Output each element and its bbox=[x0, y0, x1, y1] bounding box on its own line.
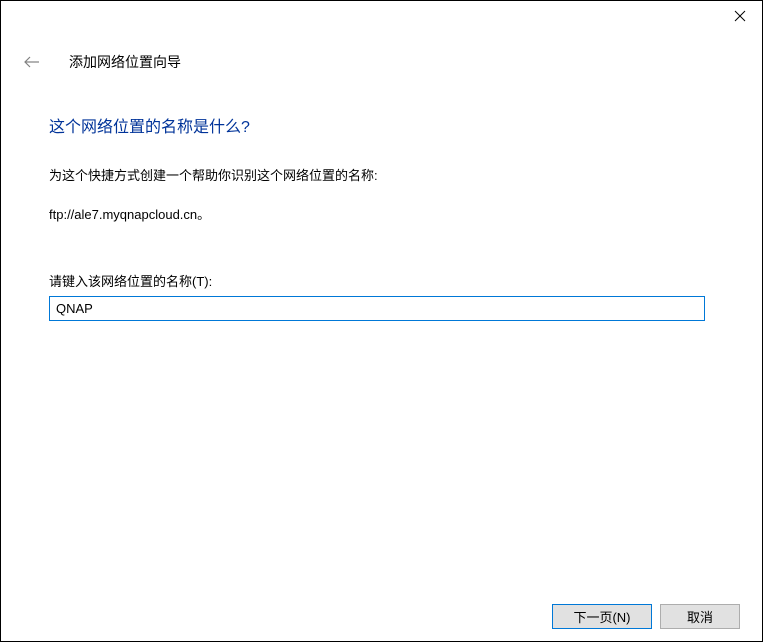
next-button[interactable]: 下一页(N) bbox=[552, 604, 652, 629]
back-button[interactable] bbox=[21, 51, 43, 73]
url-text: ftp://ale7.myqnapcloud.cn。 bbox=[49, 204, 714, 223]
close-icon bbox=[734, 10, 746, 22]
close-button[interactable] bbox=[717, 1, 762, 31]
header-row: 添加网络位置向导 bbox=[1, 31, 762, 73]
titlebar bbox=[1, 1, 762, 31]
wizard-title: 添加网络位置向导 bbox=[69, 52, 181, 72]
page-heading: 这个网络位置的名称是什么? bbox=[49, 113, 714, 137]
description-text: 为这个快捷方式创建一个帮助你识别这个网络位置的名称: bbox=[49, 165, 714, 184]
footer: 下一页(N) 取消 bbox=[1, 591, 762, 641]
input-label: 请键入该网络位置的名称(T): bbox=[49, 271, 714, 290]
cancel-button[interactable]: 取消 bbox=[660, 604, 740, 629]
content-area: 这个网络位置的名称是什么? 为这个快捷方式创建一个帮助你识别这个网络位置的名称:… bbox=[1, 73, 762, 321]
location-name-input[interactable] bbox=[49, 296, 705, 321]
arrow-left-icon bbox=[22, 52, 42, 72]
